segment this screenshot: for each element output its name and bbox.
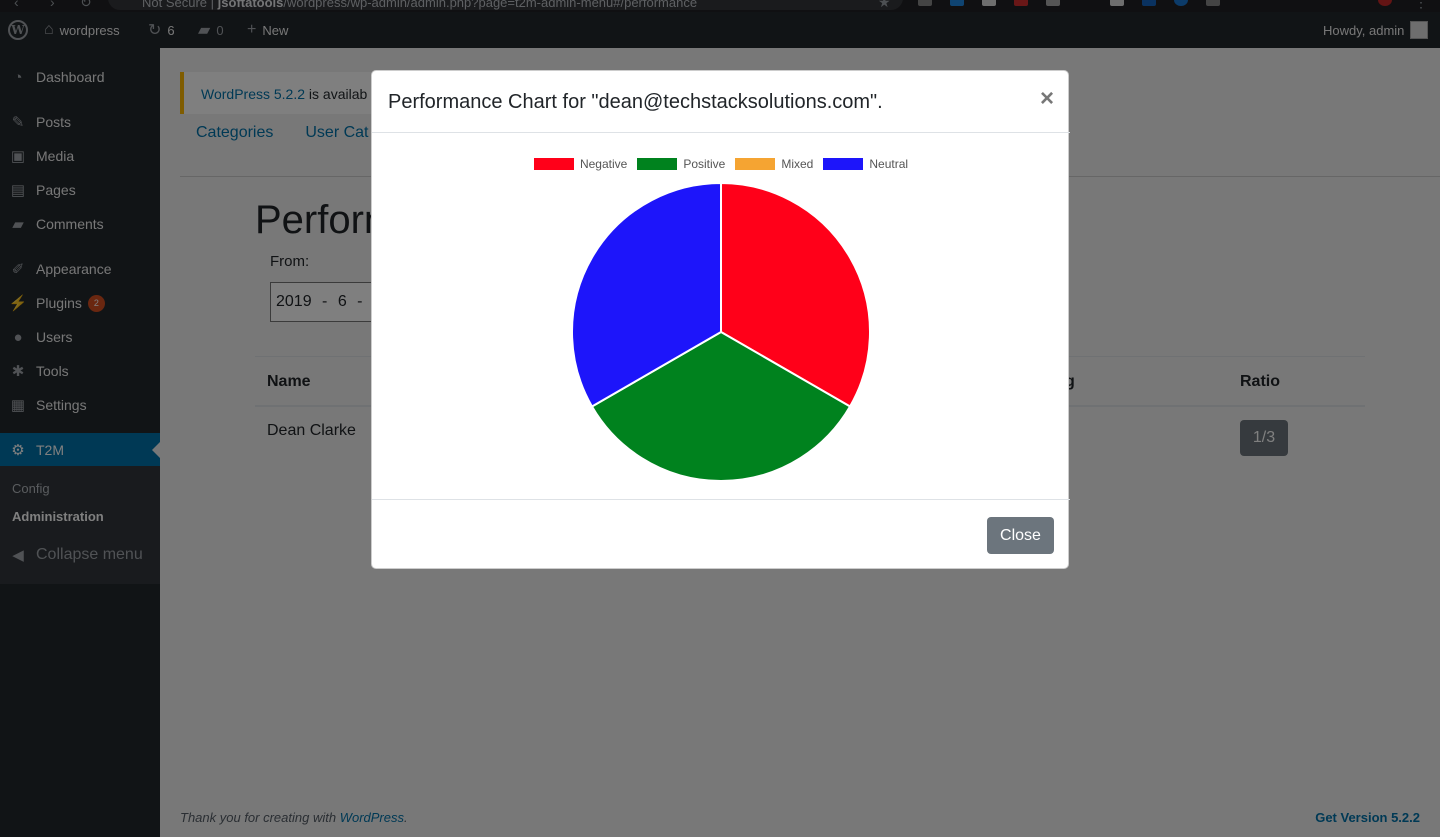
modal-header: Performance Chart for "dean@techstacksol… [372, 71, 1070, 133]
close-icon[interactable]: × [1040, 87, 1054, 111]
modal-footer: Close [372, 499, 1070, 570]
legend-item[interactable]: Negative [533, 157, 628, 171]
modal-title: Performance Chart for "dean@techstacksol… [388, 91, 883, 113]
legend-item[interactable]: Mixed [735, 157, 813, 171]
legend-swatch [823, 158, 864, 170]
legend-label: Neutral [869, 157, 909, 171]
legend-label: Negative [579, 157, 628, 171]
pie-chart [571, 181, 871, 482]
close-button[interactable]: Close [987, 517, 1054, 554]
legend-label: Positive [683, 157, 726, 171]
legend-item[interactable]: Positive [637, 157, 725, 171]
legend-swatch [735, 158, 776, 170]
legend-swatch [533, 158, 574, 170]
modal-body: Negative Positive Mixed Neutral [372, 133, 1070, 499]
legend-swatch [637, 158, 678, 170]
legend-label: Mixed [781, 157, 814, 171]
legend-item[interactable]: Neutral [823, 157, 908, 171]
performance-modal: Performance Chart for "dean@techstacksol… [371, 70, 1070, 570]
chart-legend: Negative Positive Mixed Neutral [372, 157, 1070, 171]
